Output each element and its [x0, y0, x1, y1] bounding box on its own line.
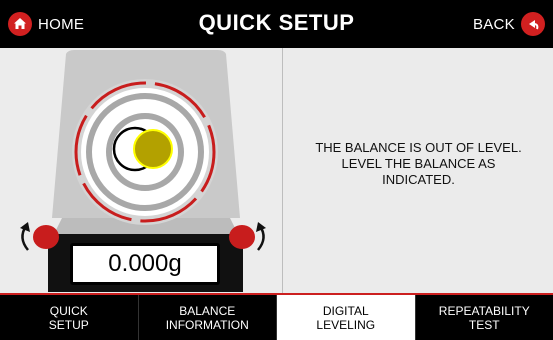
tab-repeatability-test[interactable]: REPEATABILITY TEST — [416, 295, 553, 340]
message-line: THE BALANCE IS OUT OF LEVEL. — [315, 139, 522, 155]
top-bar: HOME QUICK SETUP BACK — [0, 0, 553, 48]
level-warning-message: THE BALANCE IS OUT OF LEVEL. LEVEL THE B… — [304, 140, 534, 188]
back-label: BACK — [472, 15, 515, 33]
home-icon — [8, 12, 32, 36]
rotate-counterclockwise-icon — [20, 222, 30, 251]
instruction-panel: THE BALANCE IS OUT OF LEVEL. LEVEL THE B… — [284, 48, 553, 293]
tab-balance-information[interactable]: BALANCE INFORMATION — [139, 295, 277, 340]
left-leveling-foot[interactable] — [33, 225, 59, 249]
content-area: 0.000g THE BALANCE IS OUT OF LEVEL. LEVE… — [0, 48, 553, 293]
back-arrow-icon — [521, 12, 545, 36]
level-bubble — [133, 129, 173, 169]
tab-quick-setup[interactable]: QUICK SETUP — [0, 295, 139, 340]
bottom-tab-bar: QUICK SETUP BALANCE INFORMATION DIGITAL … — [0, 293, 553, 340]
balance-illustration-panel: 0.000g — [0, 48, 283, 293]
right-leveling-foot[interactable] — [229, 225, 255, 249]
weight-display: 0.000g — [70, 243, 220, 285]
message-line: INDICATED. — [382, 171, 455, 187]
home-label: HOME — [38, 15, 85, 33]
level-gauge — [72, 79, 218, 225]
home-button[interactable]: HOME — [8, 10, 84, 38]
tab-digital-leveling[interactable]: DIGITAL LEVELING — [277, 295, 416, 340]
message-line: LEVEL THE BALANCE AS — [341, 155, 496, 171]
back-button[interactable]: BACK — [473, 10, 545, 38]
rotate-clockwise-icon — [256, 222, 266, 251]
